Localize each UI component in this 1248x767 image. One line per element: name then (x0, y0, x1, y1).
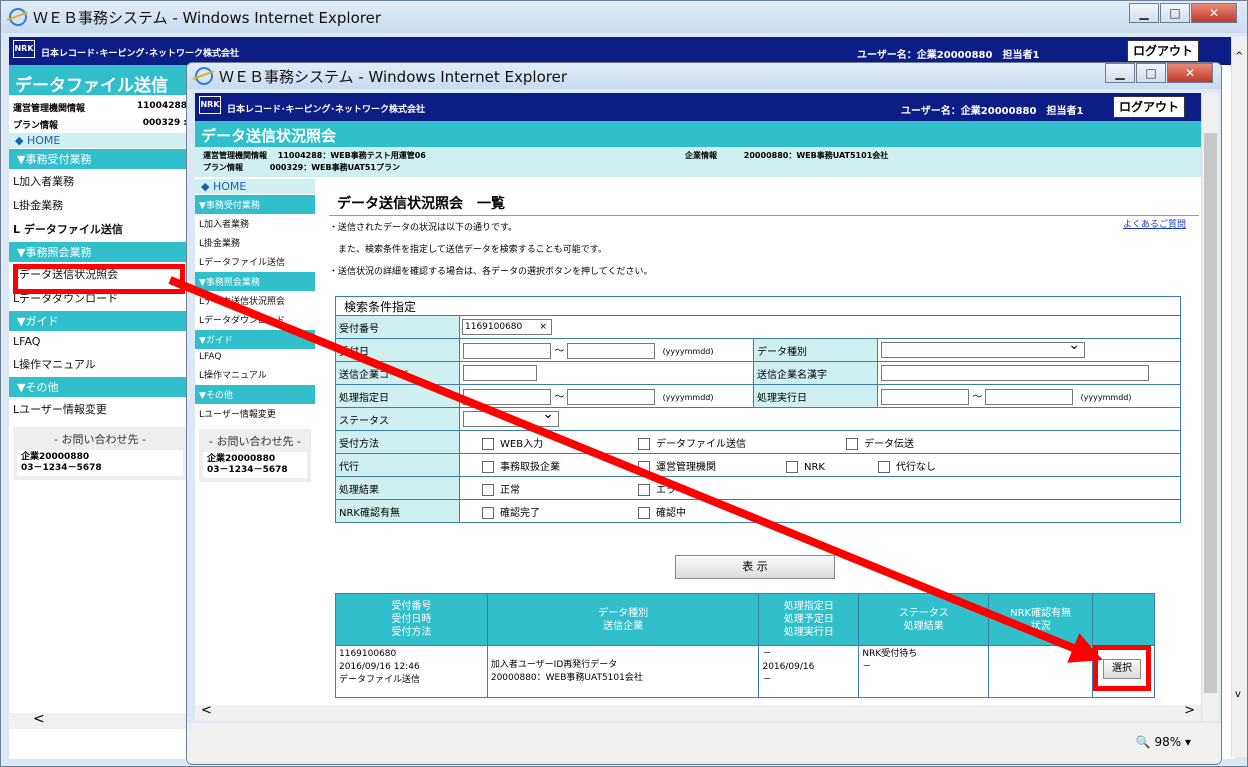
red-arrow-annotation (168, 276, 1103, 663)
